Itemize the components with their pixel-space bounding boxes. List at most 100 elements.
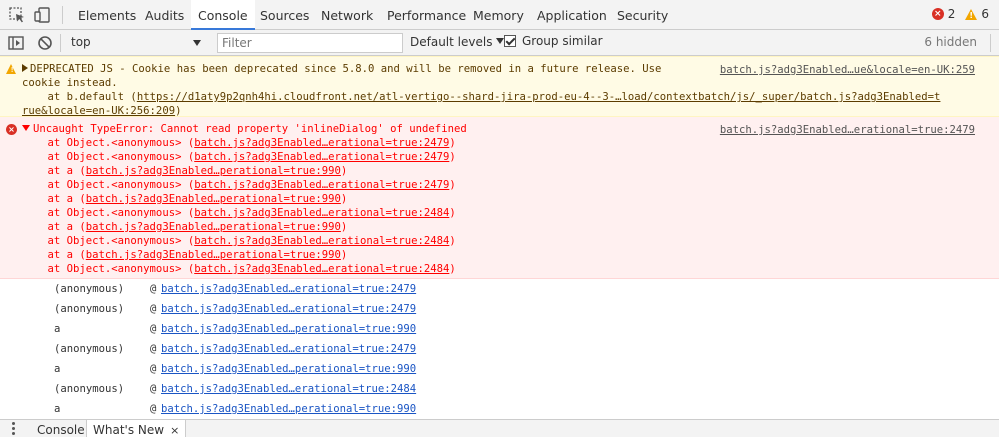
error-count: 2 xyxy=(947,7,956,21)
error-stack-frame: at a ( xyxy=(22,193,86,205)
error-stack-close-paren: ) xyxy=(340,221,348,233)
error-stack-link[interactable]: batch.js?adg3Enabled…perational=true:990 xyxy=(86,221,341,233)
drawer-tab-whats-new[interactable]: What's New × xyxy=(86,420,187,437)
trace-function: a xyxy=(54,323,61,335)
error-stack-link[interactable]: batch.js?adg3Enabled…erational=true:2479 xyxy=(194,151,449,163)
tab-console[interactable]: Console xyxy=(191,0,255,30)
trace-function: a xyxy=(54,403,61,415)
error-stack-close-paren: ) xyxy=(449,179,456,191)
collapse-arrow-icon[interactable] xyxy=(22,125,30,131)
tab-security[interactable]: Security xyxy=(611,0,674,30)
warning-stack-link[interactable]: rue&locale=en-UK:256:209 xyxy=(22,105,175,117)
error-stack-link[interactable]: batch.js?adg3Enabled…perational=true:990 xyxy=(86,249,341,261)
log-levels-dropdown[interactable]: Default levels xyxy=(410,35,505,49)
error-icon: × xyxy=(6,124,17,135)
devtools-tabbar: Elements Audits Console Sources Network … xyxy=(0,0,999,30)
warning-stack-link[interactable]: https://d1aty9p2qnh4hi.cloudfront.net/at… xyxy=(137,91,941,103)
error-source-link[interactable]: batch.js?adg3Enabled…erational=true:2479 xyxy=(720,123,975,137)
device-toolbar-icon[interactable] xyxy=(33,6,51,24)
trace-location-link[interactable]: batch.js?adg3Enabled…erational=true:2484 xyxy=(161,383,416,395)
error-stack-frame: at a ( xyxy=(22,221,86,233)
error-stack-link[interactable]: batch.js?adg3Enabled…erational=true:2479 xyxy=(194,137,449,149)
trace-location-link[interactable]: batch.js?adg3Enabled…perational=true:990 xyxy=(161,363,416,375)
error-stack-link[interactable]: batch.js?adg3Enabled…erational=true:2484 xyxy=(194,235,449,247)
error-stack-line: at a (batch.js?adg3Enabled…perational=tr… xyxy=(22,164,979,178)
warning-message[interactable]: ! DEPRECATED JS - Cookie has been deprec… xyxy=(0,56,999,117)
error-stack-line: at a (batch.js?adg3Enabled…perational=tr… xyxy=(22,248,979,262)
error-stack-close-paren: ) xyxy=(449,263,456,275)
warning-source-link[interactable]: batch.js?adg3Enabled…ue&locale=en-UK:259 xyxy=(720,63,975,77)
error-stack-link[interactable]: batch.js?adg3Enabled…erational=true:2484 xyxy=(194,263,449,275)
trace-location-link[interactable]: batch.js?adg3Enabled…perational=true:990 xyxy=(161,403,416,415)
error-stack-frame: at Object.<anonymous> ( xyxy=(22,179,195,191)
error-stack-line: at Object.<anonymous> (batch.js?adg3Enab… xyxy=(22,234,979,248)
tab-memory[interactable]: Memory xyxy=(467,0,530,30)
drawer-tabbar: Console What's New × xyxy=(0,419,999,437)
trace-row: a @ batch.js?adg3Enabled…perational=true:9… xyxy=(54,359,979,379)
tab-sources[interactable]: Sources xyxy=(254,0,315,30)
error-stack-frame: at a ( xyxy=(22,165,86,177)
error-stack-frame: at Object.<anonymous> ( xyxy=(22,235,195,247)
trace-at-symbol: @ xyxy=(150,303,157,315)
trace-row: (anonymous) @ batch.js?adg3Enabled…eration… xyxy=(54,379,979,399)
trace-at-symbol: @ xyxy=(150,403,157,415)
trace-function: (anonymous) xyxy=(54,303,125,315)
inspect-element-icon[interactable] xyxy=(8,6,26,24)
show-sidebar-icon[interactable] xyxy=(7,34,25,52)
group-similar-toggle[interactable]: Group similar xyxy=(504,34,603,48)
warning-stack-suffix: ) xyxy=(175,105,182,117)
error-stack-line: at a (batch.js?adg3Enabled…perational=tr… xyxy=(22,192,979,206)
close-icon[interactable]: × xyxy=(170,424,179,437)
clear-console-icon[interactable] xyxy=(36,34,54,52)
trace-function: (anonymous) xyxy=(54,343,125,355)
filter-input[interactable] xyxy=(217,33,403,53)
error-text: Uncaught TypeError: Cannot read property… xyxy=(33,123,467,135)
error-stack-link[interactable]: batch.js?adg3Enabled…perational=true:990 xyxy=(86,193,341,205)
error-count-icon: × xyxy=(931,8,944,20)
warning-stack-line: rue&locale=en-UK:256:209) xyxy=(22,104,979,118)
warning-count: 6 xyxy=(981,7,989,21)
error-stack-frame: at Object.<anonymous> ( xyxy=(22,207,195,219)
trace-location-link[interactable]: batch.js?adg3Enabled…erational=true:2479 xyxy=(161,343,416,355)
trace-row: (anonymous) @ batch.js?adg3Enabled…eration… xyxy=(54,299,979,319)
error-stack-link[interactable]: batch.js?adg3Enabled…erational=true:2484 xyxy=(194,207,449,219)
error-stack-frame: at a ( xyxy=(22,249,86,261)
chevron-down-icon xyxy=(193,40,201,46)
expand-arrow-icon[interactable] xyxy=(22,64,28,72)
error-stack-close-paren: ) xyxy=(340,165,348,177)
tab-elements[interactable]: Elements xyxy=(72,0,142,30)
error-stack-line: at Object.<anonymous> (batch.js?adg3Enab… xyxy=(22,150,979,164)
drawer-tab-console[interactable]: Console xyxy=(31,420,91,437)
error-stack-line: at Object.<anonymous> (batch.js?adg3Enab… xyxy=(22,206,979,220)
tab-performance[interactable]: Performance xyxy=(381,0,472,30)
tab-network[interactable]: Network xyxy=(315,0,379,30)
trace-location-link[interactable]: batch.js?adg3Enabled…erational=true:2479 xyxy=(161,303,416,315)
trace-at-symbol: @ xyxy=(150,363,157,375)
error-stack-close-paren: ) xyxy=(340,249,348,261)
trace-function: (anonymous) xyxy=(54,383,125,395)
group-similar-checkbox[interactable] xyxy=(504,35,516,47)
trace-location-link[interactable]: batch.js?adg3Enabled…perational=true:990 xyxy=(161,323,416,335)
error-stack-close-paren: ) xyxy=(449,151,456,163)
trace-row: (anonymous) @ batch.js?adg3Enabled…eration… xyxy=(54,279,979,299)
error-stack-line: at a (batch.js?adg3Enabled…perational=tr… xyxy=(22,220,979,234)
trace-at-symbol: @ xyxy=(150,343,157,355)
warning-text-line: cookie instead. xyxy=(22,77,118,89)
tab-audits[interactable]: Audits xyxy=(139,0,190,30)
error-stack-link[interactable]: batch.js?adg3Enabled…perational=true:990 xyxy=(86,165,341,177)
error-stack-close-paren: ) xyxy=(449,207,456,219)
hidden-count: 6 hidden xyxy=(924,35,977,49)
error-message[interactable]: × Uncaught TypeError: Cannot read proper… xyxy=(0,117,999,415)
warning-stack-prefix: at b.default ( xyxy=(22,91,137,103)
console-messages: ! DEPRECATED JS - Cookie has been deprec… xyxy=(0,56,999,419)
error-stack-line: at Object.<anonymous> (batch.js?adg3Enab… xyxy=(22,262,979,276)
more-tools-menu-icon[interactable] xyxy=(12,422,16,437)
tab-application[interactable]: Application xyxy=(531,0,613,30)
trace-at-symbol: @ xyxy=(150,323,157,335)
context-selector[interactable]: top xyxy=(63,32,205,53)
call-stack-trace: (anonymous) @ batch.js?adg3Enabled…eration… xyxy=(22,276,979,419)
issue-counts[interactable]: × 2 ! 6 xyxy=(931,7,989,21)
context-value: top xyxy=(71,35,91,49)
trace-location-link[interactable]: batch.js?adg3Enabled…erational=true:2479 xyxy=(161,283,416,295)
error-stack-link[interactable]: batch.js?adg3Enabled…erational=true:2479 xyxy=(194,179,449,191)
